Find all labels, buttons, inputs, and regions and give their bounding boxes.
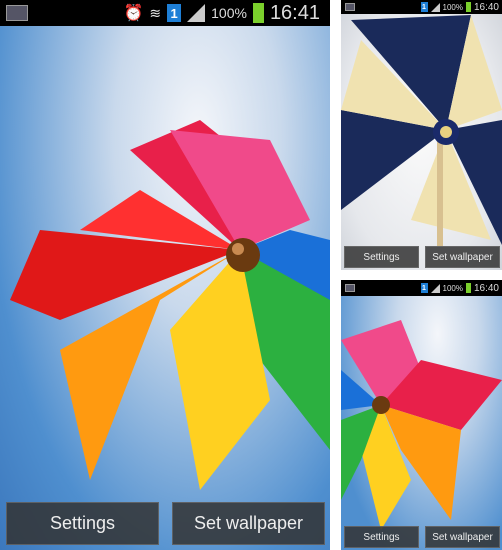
sim-1-icon: 1 (420, 283, 428, 293)
battery-percent: 100% (211, 5, 247, 21)
screen-preview-navy: 1 100% 16:40 Settings Set wallpaper (341, 0, 502, 270)
screen-preview-color: 1 100% 16:40 Settings Set wallpaper (341, 280, 502, 550)
set-wallpaper-button[interactable]: Set wallpaper (425, 246, 500, 268)
status-bar: ⏰ ≋ 1 100% 16:41 (0, 0, 330, 26)
sim-1-icon: 1 (167, 4, 182, 22)
set-wallpaper-button[interactable]: Set wallpaper (172, 502, 325, 545)
status-bar: 1 100% 16:40 (341, 0, 502, 14)
set-wallpaper-button[interactable]: Set wallpaper (425, 526, 500, 548)
clock: 16:40 (473, 1, 499, 13)
status-bar: 1 100% 16:40 (341, 280, 502, 296)
gallery-icon (345, 3, 355, 11)
settings-button[interactable]: Settings (344, 526, 419, 548)
pinwheel-image (341, 320, 502, 530)
battery-icon (465, 283, 471, 293)
settings-button[interactable]: Settings (344, 246, 419, 268)
battery-percent: 100% (442, 283, 463, 293)
battery-icon (252, 3, 264, 23)
gallery-icon (345, 284, 355, 292)
screen-main: ⏰ ≋ 1 100% 16:41 Settings Set wallpaper (0, 0, 330, 550)
pinwheel-image (10, 120, 330, 490)
clock: 16:41 (269, 1, 320, 24)
navy-pinwheel-image (341, 15, 502, 246)
sim-1-icon: 1 (420, 2, 428, 12)
signal-icon (430, 2, 440, 12)
alarm-icon: ⏰ (123, 5, 144, 22)
battery-percent: 100% (442, 2, 463, 12)
signal-icon (430, 283, 440, 293)
settings-button[interactable]: Settings (6, 502, 159, 545)
signal-icon (187, 4, 206, 22)
gallery-icon (6, 5, 28, 21)
battery-icon (465, 2, 471, 12)
wifi-icon: ≋ (149, 4, 162, 21)
clock: 16:40 (473, 282, 499, 294)
